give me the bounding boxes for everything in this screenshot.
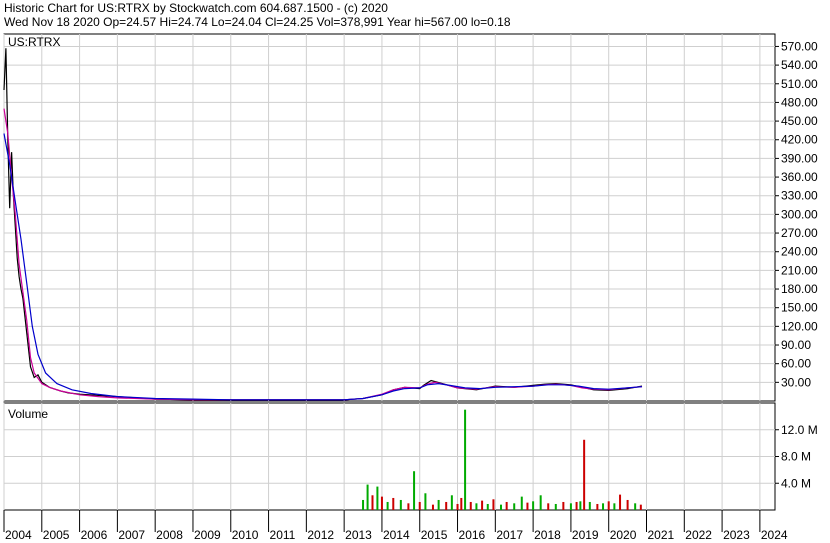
volume-bar: [626, 499, 629, 510]
price-panel-frame: [3, 33, 776, 402]
volume-bar: [505, 501, 508, 510]
date-tick-label: 2014: [383, 528, 410, 542]
volume-bar: [596, 503, 599, 510]
price-tick-label: 90.00: [781, 338, 811, 352]
date-tick-label: 2017: [496, 528, 523, 542]
price-tick-label: 240.00: [781, 245, 818, 259]
volume-bar: [634, 503, 637, 510]
volume-bar: [532, 501, 535, 510]
volume-bar: [639, 504, 642, 510]
date-axis: 2004 2005 2006 2007 2008 2009 2010 2011 2012 2013…: [3, 510, 788, 542]
volume-bar: [492, 499, 495, 510]
date-tick-label: 2004: [5, 528, 32, 542]
volume-bar: [579, 501, 582, 510]
volume-bar: [418, 501, 421, 510]
volume-bar: [469, 501, 472, 510]
volume-bar: [460, 497, 463, 510]
volume-bar: [588, 501, 591, 510]
price-axis: 30.00 60.00 90.00 120.00 150.00 180.00 210.00 2…: [775, 39, 818, 389]
date-tick-label: 2012: [307, 528, 334, 542]
volume-bar: [445, 501, 448, 510]
date-tick-label: 2013: [345, 528, 372, 542]
volume-bar: [392, 497, 395, 510]
price-tick-label: 180.00: [781, 282, 818, 296]
price-tick-label: 390.00: [781, 151, 818, 165]
volume-bar: [386, 501, 389, 510]
volume-bar: [526, 502, 529, 510]
volume-bar: [554, 503, 557, 510]
volume-bar: [413, 471, 416, 510]
volume-bar: [539, 495, 542, 510]
price-tick-label: 300.00: [781, 207, 818, 221]
volume-bar: [456, 503, 459, 510]
date-tick-label: 2021: [648, 528, 675, 542]
volume-bar: [366, 484, 369, 510]
volume-bar: [547, 503, 550, 510]
volume-tick-label: 12.0 M: [781, 423, 818, 437]
date-tick-label: 2016: [459, 528, 486, 542]
date-tick-label: 2024: [761, 528, 788, 542]
volume-bar: [399, 499, 402, 510]
price-tick-label: 150.00: [781, 301, 818, 315]
volume-bar: [481, 500, 484, 510]
date-tick-label: 2010: [232, 528, 259, 542]
volume-bar: [380, 496, 383, 510]
volume-bar: [362, 499, 365, 510]
price-tick-label: 210.00: [781, 263, 818, 277]
date-tick-label: 2019: [572, 528, 599, 542]
volume-bar: [583, 439, 586, 510]
volume-bar: [464, 409, 467, 510]
volume-bar: [371, 495, 374, 510]
price-tick-label: 270.00: [781, 226, 818, 240]
volume-bar: [613, 503, 616, 510]
volume-tick-label: 4.0 M: [781, 476, 811, 490]
volume-bar: [602, 503, 605, 510]
volume-bar: [437, 499, 440, 510]
price-panel-title: US:RTRX: [8, 35, 60, 49]
volume-bar: [607, 501, 610, 510]
volume-bar: [619, 494, 622, 510]
volume-bar: [520, 496, 523, 510]
volume-bar: [569, 503, 572, 510]
volume-bar: [575, 501, 578, 510]
volume-bar: [450, 495, 453, 510]
date-tick-label: 2007: [118, 528, 145, 542]
historic-chart: 30.00 60.00 90.00 120.00 150.00 180.00 210.00 2…: [3, 33, 818, 542]
date-tick-label: 2015: [421, 528, 448, 542]
price-tick-label: 420.00: [781, 133, 818, 147]
volume-panel-title: Volume: [8, 407, 48, 421]
date-tick-label: 2009: [194, 528, 221, 542]
price-tick-label: 330.00: [781, 189, 818, 203]
date-tick-label: 2006: [81, 528, 108, 542]
price-tick-label: 30.00: [781, 375, 811, 389]
volume-bar: [431, 504, 434, 510]
date-tick-label: 2011: [270, 528, 296, 542]
volume-bar: [424, 493, 427, 510]
date-tick-label: 2018: [534, 528, 561, 542]
price-tick-label: 60.00: [781, 357, 811, 371]
date-tick-label: 2022: [685, 528, 712, 542]
price-tick-label: 120.00: [781, 319, 818, 333]
price-tick-label: 450.00: [781, 114, 818, 128]
date-tick-label: 2008: [156, 528, 183, 542]
volume-axis: 4.0 M 8.0 M 12.0 M: [775, 423, 818, 490]
volume-bar: [475, 503, 478, 510]
volume-bar: [499, 504, 502, 510]
price-tick-label: 540.00: [781, 58, 818, 72]
date-tick-label: 2005: [43, 528, 70, 542]
volume-bar: [486, 503, 489, 510]
price-tick-label: 510.00: [781, 77, 818, 91]
volume-bar: [376, 486, 379, 510]
date-tick-label: 2023: [723, 528, 750, 542]
price-tick-label: 360.00: [781, 170, 818, 184]
volume-bar: [562, 501, 565, 510]
date-tick-label: 2020: [610, 528, 637, 542]
volume-bar: [513, 503, 516, 510]
price-tick-label: 570.00: [781, 39, 818, 53]
volume-bar: [407, 503, 410, 510]
price-tick-label: 480.00: [781, 95, 818, 109]
volume-tick-label: 8.0 M: [781, 450, 811, 464]
